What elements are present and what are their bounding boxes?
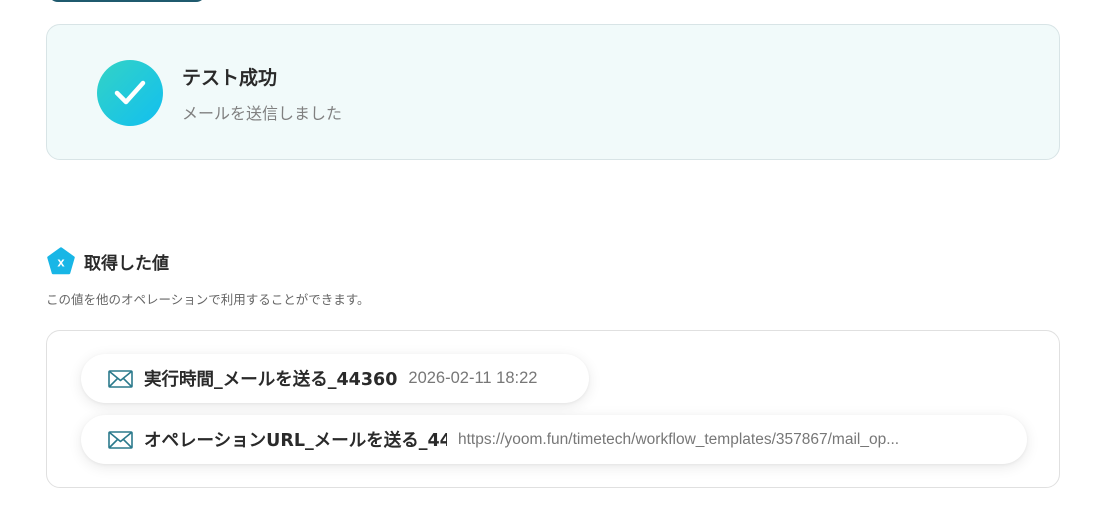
- success-title: テスト成功: [182, 67, 278, 89]
- output-values-card: 実行時間_メールを送る_44360 2026-02-11 18:22 オペレーシ…: [46, 330, 1060, 488]
- previous-action-button[interactable]: [48, 0, 206, 2]
- variable-badge-icon: x: [47, 247, 75, 275]
- checkmark-icon: [114, 80, 146, 105]
- output-value-item[interactable]: オペレーションURL_メールを送る_44360 https://yoom.fun…: [81, 415, 1027, 464]
- output-value-text: 2026-02-11 18:22: [408, 369, 538, 387]
- output-section-header: x 取得した値: [46, 246, 169, 276]
- variable-badge-letter: x: [57, 255, 65, 270]
- mail-icon: [108, 430, 133, 449]
- mail-icon: [108, 369, 133, 388]
- section-description: この値を他のオペレーションで利用することができます。: [46, 292, 370, 307]
- output-value-item[interactable]: 実行時間_メールを送る_44360 2026-02-11 18:22: [81, 354, 589, 403]
- output-value-text: https://yoom.fun/timetech/workflow_templ…: [458, 430, 900, 448]
- output-value-label: 実行時間_メールを送る_44360: [144, 370, 398, 390]
- check-circle-icon: [97, 60, 163, 126]
- section-title: 取得した値: [84, 253, 169, 274]
- success-message: メールを送信しました: [182, 104, 343, 123]
- output-value-label: オペレーションURL_メールを送る_44360: [144, 431, 447, 451]
- test-success-card: テスト成功 メールを送信しました: [46, 24, 1060, 160]
